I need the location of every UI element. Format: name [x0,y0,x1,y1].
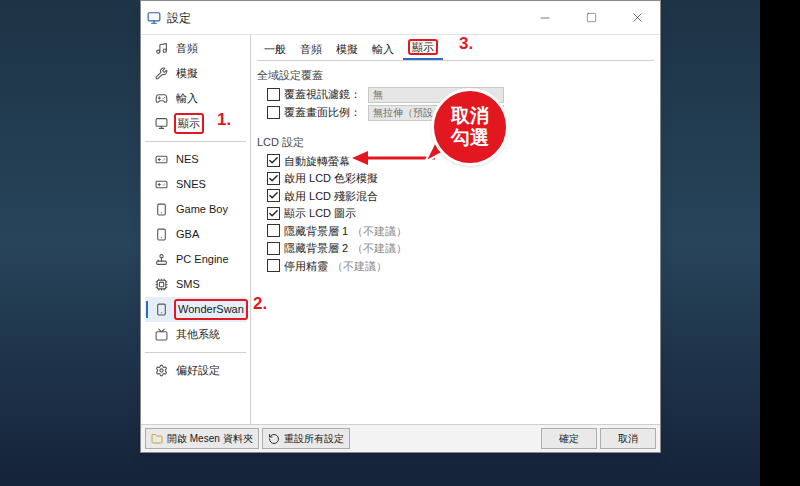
minimize-button[interactable] [522,1,568,34]
maximize-button[interactable] [568,1,614,34]
sidebar-label: WonderSwan [174,299,248,320]
dialog-button[interactable]: 確定 [541,428,597,449]
sidebar: 音頻模擬輸入顯示 NES SNES Game Boy GBA PC Engine SMS Wo… [141,35,251,424]
checkbox[interactable] [267,259,280,272]
tab[interactable]: 模擬 [331,41,363,61]
sidebar-item[interactable]: 音頻 [145,36,246,61]
sidebar-item[interactable]: SNES [145,172,246,197]
option-note: （不建議） [352,223,407,240]
sidebar-item[interactable]: 模擬 [145,61,246,86]
check-icon [268,190,279,201]
window-title: 設定 [167,9,191,27]
check-icon [268,208,279,219]
system-icon [155,278,168,291]
check-icon [268,155,279,166]
selection-bar [146,301,148,318]
game-frame-border [760,0,800,486]
step-label: 2. [253,294,267,314]
checkbox[interactable] [267,106,280,119]
system-icon [155,328,168,341]
system-icon [155,117,168,130]
sidebar-label: 模擬 [174,65,200,82]
sidebar-label: 其他系統 [174,326,222,343]
step-label: 1. [217,110,231,130]
sidebar-item[interactable]: Game Boy [145,197,246,222]
system-icon [155,42,168,55]
sidebar-label: Game Boy [174,201,230,218]
sidebar-item[interactable]: SMS [145,272,246,297]
sidebar-label: 輸入 [174,90,200,107]
close-button[interactable] [614,1,660,34]
checkbox[interactable] [267,207,280,220]
system-icon [155,253,168,266]
lcd-option[interactable]: 啟用 LCD 殘影混合 [267,187,654,205]
override-label: 覆蓋視訊濾鏡： [284,86,364,103]
sidebar-label: NES [174,151,201,168]
lcd-option[interactable]: 顯示 LCD 圖示 [267,205,654,223]
checkbox[interactable] [267,154,280,167]
tab[interactable]: 一般 [259,41,291,61]
maximize-icon [586,12,597,23]
section-title: 全域設定覆蓋 [257,67,654,84]
sidebar-label: GBA [174,226,201,243]
title-bar: 設定 [141,1,660,34]
lcd-option[interactable]: 隱藏背景層 2（不建議） [267,240,654,258]
sidebar-group: NES SNES Game Boy GBA PC Engine SMS WonderSwan… [145,141,246,347]
sidebar-item[interactable]: WonderSwan [145,297,246,322]
step-label: 3. [459,34,473,54]
sidebar-label: SMS [174,276,202,293]
checkbox[interactable] [267,224,280,237]
lcd-option[interactable]: 隱藏背景層 1（不建議） [267,222,654,240]
system-icon [155,67,168,80]
sidebar-item[interactable]: 偏好設定 [145,358,246,383]
close-icon [630,10,645,25]
tab[interactable]: 輸入 [367,41,399,61]
option-note: （不建議） [332,258,387,275]
sidebar-label: 音頻 [174,40,200,57]
system-icon [155,303,168,316]
arrow-icon [350,148,435,168]
sidebar-label: PC Engine [174,251,231,268]
minimize-icon [538,11,552,25]
sidebar-group: 偏好設定 [145,352,246,383]
system-icon [155,178,168,191]
sidebar-item[interactable]: 其他系統 [145,322,246,347]
checkbox[interactable] [267,172,280,185]
sidebar-item[interactable]: PC Engine [145,247,246,272]
system-icon [155,364,168,377]
override-label: 覆蓋畫面比例： [284,104,364,121]
footer-button[interactable]: 重設所有設定 [262,428,350,449]
sidebar-label: 偏好設定 [174,362,222,379]
footer-button[interactable]: 開啟 Mesen 資料夾 [145,428,259,449]
footer: 開啟 Mesen 資料夾重設所有設定 確定取消 [141,424,660,452]
checkbox[interactable] [267,189,280,202]
checkbox[interactable] [267,242,280,255]
lcd-option[interactable]: 啟用 LCD 色彩模擬 [267,170,654,188]
screen: 設定音頻模擬輸入顯示NESSNESGame BoyGBAPC EngineSMS… [0,0,800,486]
tab-bar: 一般音頻模擬輸入顯示 [257,37,654,61]
sidebar-label: SNES [174,176,208,193]
dialog-button[interactable]: 取消 [600,428,656,449]
folder-icon [151,433,163,445]
tab[interactable]: 音頻 [295,41,327,61]
system-icon [155,228,168,241]
callout-bubble: 取消勾選 [431,88,509,166]
system-icon [155,153,168,166]
option-note: （不建議） [352,240,407,257]
lcd-option[interactable]: 停用精靈（不建議） [267,257,654,275]
sidebar-item[interactable]: NES [145,147,246,172]
system-icon [155,203,168,216]
sidebar-item[interactable]: GBA [145,222,246,247]
app-icon [147,11,161,25]
sidebar-item[interactable]: 輸入 [145,86,246,111]
sidebar-label: 顯示 [174,113,204,134]
window-body: 音頻模擬輸入顯示NESSNESGame BoyGBAPC EngineSMSWo… [141,34,660,424]
system-icon [155,92,168,105]
reset-icon [268,433,280,445]
checkbox[interactable] [267,88,280,101]
settings-window: 設定音頻模擬輸入顯示NESSNESGame BoyGBAPC EngineSMS… [140,0,661,453]
tab[interactable]: 顯示 [403,39,443,61]
check-icon [268,173,279,184]
